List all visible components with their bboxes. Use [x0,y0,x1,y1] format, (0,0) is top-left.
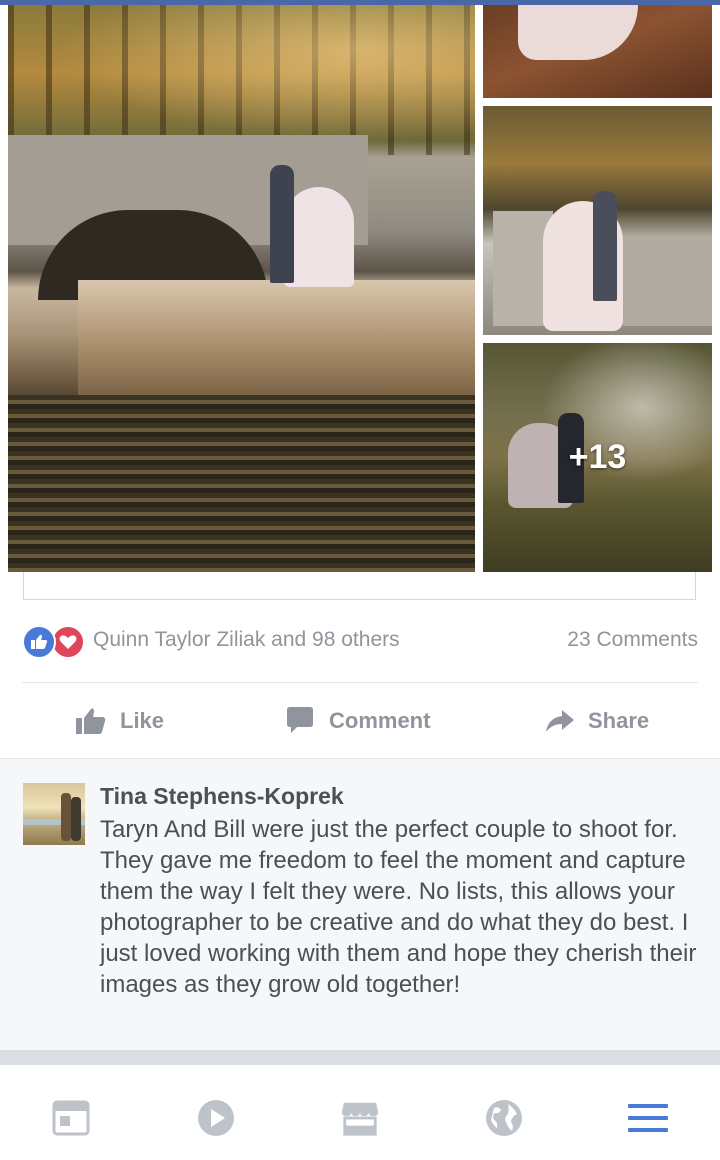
comment-button[interactable]: Comment [283,700,430,742]
commenter-name[interactable]: Tina Stephens-Koprek [100,783,344,810]
post-actions-bar: Like Comment Share [0,690,720,752]
thumbs-up-icon [74,704,108,738]
like-button[interactable]: Like [74,700,164,742]
comments-count[interactable]: 23 Comments [567,628,698,652]
photo-trees [8,5,475,155]
reaction-icons [22,625,86,659]
photo-groom [270,165,294,283]
post-caption-frame [23,572,696,600]
photo-stone-ledge [78,280,475,395]
comment-bubble-icon [283,704,317,738]
news-feed-icon [52,1100,90,1136]
love-reaction-icon [51,625,85,659]
comment-text: Taryn And Bill were just the perfect cou… [100,816,697,998]
post-photo-thumb-2[interactable] [483,106,712,335]
comment-item: Tina Stephens-Koprek Taryn And Bill were… [0,758,720,1051]
reaction-names[interactable]: Quinn Taylor Ziliak and 98 others [93,628,400,652]
photo-groom [593,191,617,301]
tab-notifications[interactable] [484,1098,524,1138]
commenter-avatar[interactable] [23,783,85,845]
bottom-tab-bar [0,1065,720,1160]
tab-news-feed[interactable] [51,1098,91,1138]
comment-label: Comment [329,708,431,733]
like-label: Like [120,708,165,733]
divider [22,682,698,683]
section-separator [0,1050,720,1065]
share-label: Share [588,708,650,733]
post-photo-main[interactable] [8,5,475,572]
photo-couple [270,165,354,290]
avatar-figure-2 [71,797,81,841]
globe-icon [486,1100,522,1136]
photo-water-reflection [8,395,475,572]
post-photo-thumb-3[interactable]: +13 [483,343,712,572]
tab-marketplace[interactable] [340,1098,380,1138]
photo-stone-wall [623,236,712,326]
like-reaction-icon [22,625,56,659]
share-arrow-icon [542,704,576,738]
photo-bride [284,187,354,287]
share-button[interactable]: Share [542,700,649,742]
video-play-icon [198,1100,234,1136]
tab-video[interactable] [196,1098,236,1138]
photo-dress [518,5,638,60]
avatar-figure-1 [61,793,71,841]
menu-icon [628,1104,668,1132]
post-photo-thumb-1[interactable] [483,5,712,98]
tab-menu[interactable] [628,1098,668,1138]
marketplace-icon [341,1102,379,1136]
more-photos-count: +13 [568,438,627,476]
reactions-bar[interactable]: Quinn Taylor Ziliak and 98 others 23 Com… [22,622,698,662]
